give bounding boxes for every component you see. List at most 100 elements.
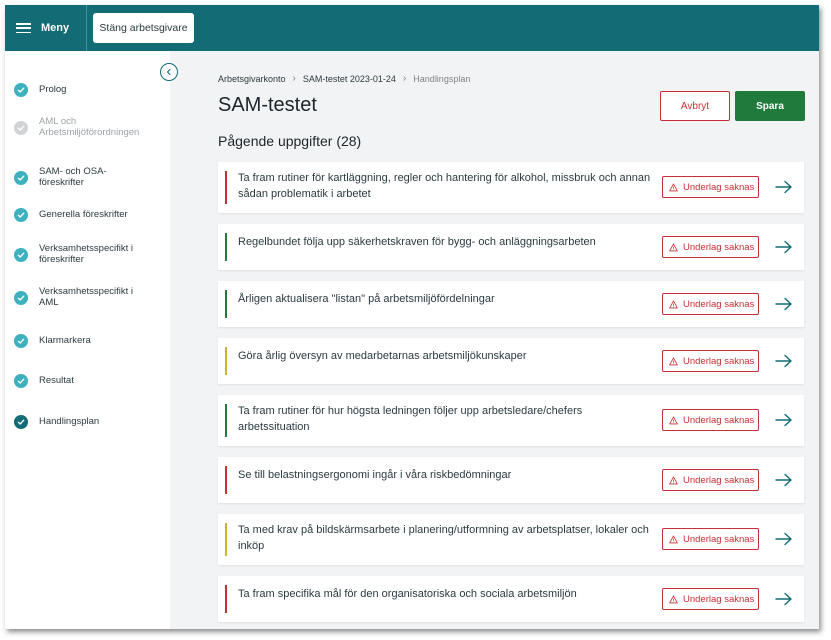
- warning-icon: [669, 594, 678, 603]
- step-sam-och-osa-foreskrifter[interactable]: SAM- och OSA-föreskrifter: [14, 166, 151, 188]
- collapse-sidebar-button[interactable]: [160, 63, 178, 81]
- task-card[interactable]: Se till belastningsergonomi ingår i våra…: [218, 457, 804, 503]
- step-label: Verksamhetsspecifikt i föreskrifter: [39, 243, 133, 265]
- cancel-button[interactable]: Avbryt: [660, 91, 730, 121]
- step-handlingsplan[interactable]: Handlingsplan: [14, 415, 151, 429]
- task-text: Årligen aktualisera "listan" på arbetsmi…: [238, 293, 495, 305]
- chevron-left-icon: [167, 69, 171, 75]
- priority-bar: [225, 585, 227, 613]
- priority-bar: [225, 466, 227, 494]
- task-text: Se till belastningsergonomi ingår i våra…: [238, 469, 512, 481]
- task-text: Ta fram rutiner för kartläggning, regler…: [238, 172, 651, 200]
- page-title: SAM-testet: [218, 94, 317, 116]
- check-icon: [14, 170, 28, 185]
- menu-label: Meny: [41, 22, 70, 34]
- badge-label: Underlag saknas: [683, 593, 755, 605]
- priority-bar: [225, 233, 227, 261]
- task-card[interactable]: Årligen aktualisera "listan" på arbetsmi…: [218, 281, 804, 327]
- underlag-saknas-badge[interactable]: Underlag saknas: [662, 350, 759, 372]
- task-card[interactable]: Ta med krav på bildskärmsarbete i planer…: [218, 514, 804, 565]
- step-label: Handlingsplan: [39, 415, 100, 427]
- hamburger-icon: [16, 23, 31, 33]
- app-window: Meny Stäng arbetsgivare Prolog AML och A…: [5, 5, 819, 629]
- task-card[interactable]: Ta fram specifika mål för den organisato…: [218, 576, 804, 622]
- breadcrumb-sam-testet[interactable]: SAM-testet 2023-01-24: [303, 74, 396, 84]
- step-label: Verksamhetsspecifikt i AML: [39, 286, 133, 308]
- check-icon: [14, 290, 28, 305]
- step-klarmarkera[interactable]: Klarmarkera: [14, 334, 151, 348]
- topbar-divider: [86, 5, 87, 51]
- underlag-saknas-badge[interactable]: Underlag saknas: [662, 236, 759, 258]
- step-verksamhetsspecifikt-aml[interactable]: Verksamhetsspecifikt i AML: [14, 286, 151, 308]
- arrow-right-icon[interactable]: [775, 180, 793, 194]
- menu-button[interactable]: Meny: [5, 5, 81, 51]
- warning-icon: [669, 299, 678, 308]
- arrow-right-icon[interactable]: [775, 532, 793, 546]
- chevron-right-icon: ›: [402, 73, 407, 84]
- badge-label: Underlag saknas: [683, 474, 755, 486]
- warning-icon: [669, 356, 678, 365]
- check-icon: [14, 374, 28, 388]
- warning-icon: [669, 534, 678, 543]
- priority-bar: [225, 290, 227, 318]
- save-button[interactable]: Spara: [735, 91, 805, 121]
- task-text: Ta med krav på bildskärmsarbete i planer…: [238, 524, 649, 552]
- priority-bar: [225, 404, 227, 437]
- task-text: Ta fram specifika mål för den organisato…: [238, 588, 577, 600]
- breadcrumb: Arbetsgivarkonto › SAM-testet 2023-01-24…: [218, 73, 470, 84]
- underlag-saknas-badge[interactable]: Underlag saknas: [662, 469, 759, 491]
- arrow-right-icon[interactable]: [775, 413, 793, 427]
- task-text: Regelbundet följa upp säkerhetskraven fö…: [238, 236, 596, 248]
- close-employer-button[interactable]: Stäng arbetsgivare: [93, 13, 194, 43]
- breadcrumb-arbetsgivarkonto[interactable]: Arbetsgivarkonto: [218, 74, 286, 84]
- check-icon: [14, 83, 28, 97]
- task-text: Göra årlig översyn av medarbetarnas arbe…: [238, 350, 527, 362]
- badge-label: Underlag saknas: [683, 181, 755, 193]
- underlag-saknas-badge[interactable]: Underlag saknas: [662, 588, 759, 610]
- top-bar: Meny Stäng arbetsgivare: [5, 5, 819, 51]
- step-label: SAM- och OSA-föreskrifter: [39, 166, 107, 188]
- check-icon: [14, 415, 28, 429]
- check-icon: [14, 208, 28, 222]
- arrow-right-icon[interactable]: [775, 240, 793, 254]
- task-card[interactable]: Ta fram rutiner för hur högsta ledningen…: [218, 395, 804, 446]
- underlag-saknas-badge[interactable]: Underlag saknas: [662, 528, 759, 550]
- step-prolog[interactable]: Prolog: [14, 83, 151, 97]
- priority-bar: [225, 523, 227, 556]
- check-icon: [14, 120, 28, 135]
- arrow-right-icon[interactable]: [775, 592, 793, 606]
- step-label: Generella föreskrifter: [39, 208, 128, 220]
- task-card[interactable]: Regelbundet följa upp säkerhetskraven fö…: [218, 224, 804, 270]
- check-icon: [14, 247, 28, 262]
- check-icon: [14, 334, 28, 348]
- badge-label: Underlag saknas: [683, 414, 755, 426]
- step-resultat[interactable]: Resultat: [14, 374, 151, 388]
- main-content: Arbetsgivarkonto › SAM-testet 2023-01-24…: [170, 51, 819, 629]
- badge-label: Underlag saknas: [683, 355, 755, 367]
- step-label: Resultat: [39, 374, 74, 386]
- step-verksamhetsspecifikt-foreskrifter[interactable]: Verksamhetsspecifikt i föreskrifter: [14, 243, 151, 265]
- task-card[interactable]: Göra årlig översyn av medarbetarnas arbe…: [218, 338, 804, 384]
- step-sidebar: Prolog AML och Arbetsmiljöförordningen S…: [5, 51, 170, 629]
- chevron-right-icon: ›: [292, 73, 296, 84]
- arrow-right-icon[interactable]: [775, 297, 793, 311]
- warning-icon: [669, 475, 678, 484]
- section-heading: Pågende uppgifter (28): [218, 133, 362, 149]
- task-card[interactable]: Ta fram rutiner för kartläggning, regler…: [218, 162, 804, 213]
- step-label: Prolog: [39, 83, 67, 95]
- arrow-right-icon[interactable]: [775, 473, 793, 487]
- badge-label: Underlag saknas: [683, 298, 755, 310]
- arrow-right-icon[interactable]: [775, 354, 793, 368]
- step-label: AML och Arbetsmiljöförordningen: [39, 116, 140, 138]
- underlag-saknas-badge[interactable]: Underlag saknas: [662, 293, 759, 315]
- underlag-saknas-badge[interactable]: Underlag saknas: [662, 176, 759, 198]
- priority-bar: [225, 171, 227, 204]
- task-text: Ta fram rutiner för hur högsta ledningen…: [238, 405, 583, 433]
- badge-label: Underlag saknas: [683, 533, 755, 545]
- priority-bar: [225, 347, 227, 375]
- step-generella-foreskrifter[interactable]: Generella föreskrifter: [14, 208, 151, 222]
- badge-label: Underlag saknas: [683, 241, 755, 253]
- step-aml-och-arbetsmiljoforordningen: AML och Arbetsmiljöförordningen: [14, 116, 151, 138]
- breadcrumb-handlingsplan: Handlingsplan: [413, 73, 471, 84]
- underlag-saknas-badge[interactable]: Underlag saknas: [662, 409, 759, 431]
